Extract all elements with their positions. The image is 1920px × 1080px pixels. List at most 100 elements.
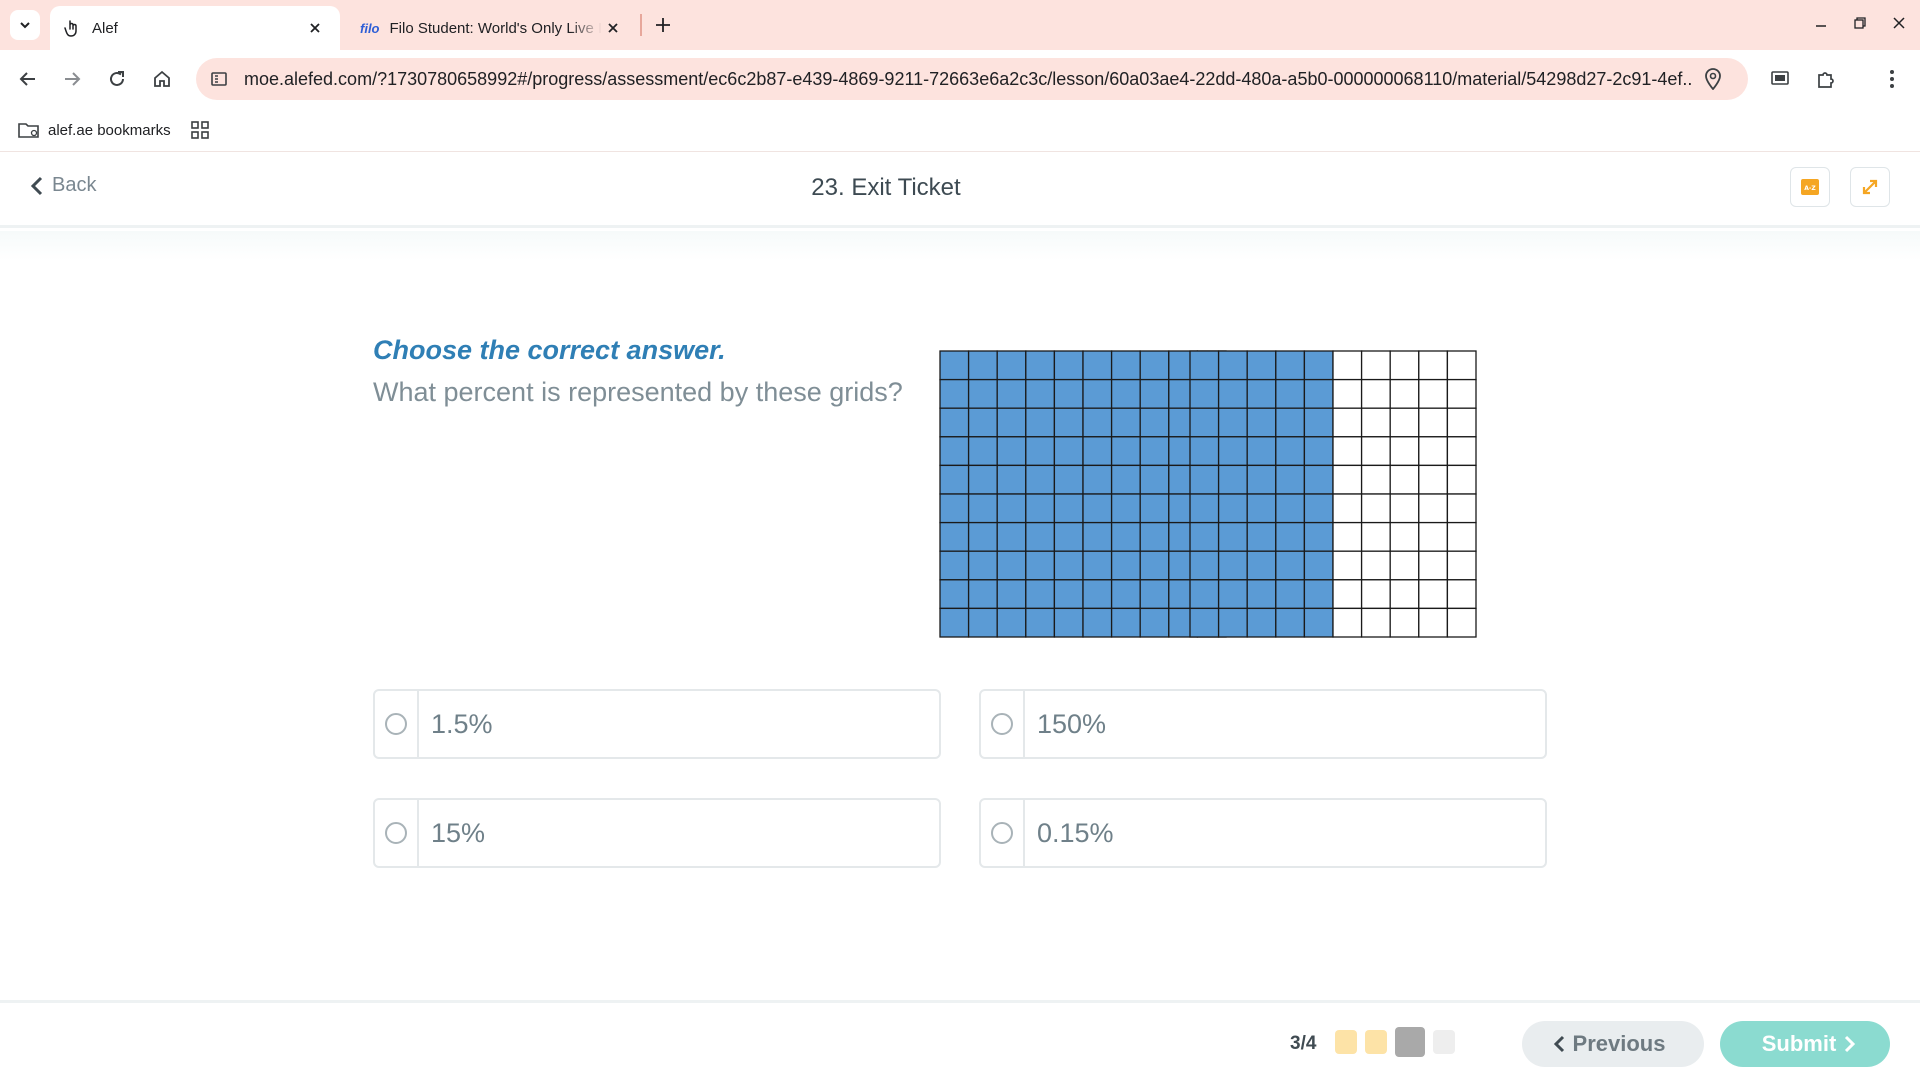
grid-cell-shaded	[1275, 607, 1306, 638]
grid-cell-shaded	[1025, 521, 1056, 552]
grid-cell-empty	[1360, 550, 1391, 581]
grid-cell-shaded	[1303, 607, 1334, 638]
grid-cell-shaded	[1110, 579, 1141, 610]
grid-cell-shaded	[967, 579, 998, 610]
grid-cell-shaded	[1053, 407, 1084, 438]
tab-search-button[interactable]	[10, 10, 40, 40]
progress-dot[interactable]	[1335, 1030, 1357, 1054]
apps-grid-icon[interactable]	[190, 120, 210, 145]
answer-option[interactable]: 1.5%	[373, 689, 941, 759]
grid-cell-empty	[1446, 579, 1477, 610]
grid-cell-shaded	[1025, 350, 1056, 381]
fullscreen-button[interactable]	[1850, 167, 1890, 207]
grid-cell-shaded	[939, 464, 970, 495]
grid-cell-shaded	[1189, 493, 1220, 524]
forward-nav-button[interactable]	[56, 63, 88, 95]
grid-cell-empty	[1360, 407, 1391, 438]
answer-option[interactable]: 0.15%	[979, 798, 1547, 868]
tab-alef[interactable]: Alef	[50, 6, 340, 50]
progress-dot[interactable]	[1433, 1030, 1455, 1054]
folder-icon	[18, 123, 39, 138]
location-pin-icon[interactable]	[1704, 68, 1722, 95]
grid-cell-shaded	[1025, 464, 1056, 495]
reload-button[interactable]	[101, 63, 133, 95]
grid-cell-shaded	[1110, 378, 1141, 409]
grid-cell-shaded	[1082, 436, 1113, 467]
grid-cell-shaded	[1246, 464, 1277, 495]
extensions-button[interactable]	[1810, 63, 1842, 95]
grid-cell-shaded	[967, 436, 998, 467]
grid-cell-shaded	[1303, 350, 1334, 381]
grid-cell-empty	[1389, 407, 1420, 438]
radio-button[interactable]	[385, 822, 407, 844]
grid-cell-shaded	[1053, 436, 1084, 467]
grid-cell-empty	[1389, 579, 1420, 610]
grid-cell-empty	[1418, 436, 1449, 467]
answer-option-label: 1.5%	[431, 708, 493, 739]
hundred-grids-figure	[939, 350, 1477, 638]
bookmarks-bar: alef.ae bookmarks	[0, 108, 1920, 152]
grid-cell-shaded	[1275, 521, 1306, 552]
radio-cell[interactable]	[375, 800, 419, 866]
radio-button[interactable]	[385, 713, 407, 735]
tab-title: Filo Student: World's Only Live Instant …	[389, 19, 603, 37]
grid-cell-empty	[1389, 493, 1420, 524]
address-bar[interactable]: moe.alefed.com/?1730780658992#/progress/…	[196, 58, 1748, 100]
progress-dot-current[interactable]	[1395, 1027, 1425, 1057]
arrow-left-icon	[19, 72, 35, 86]
radio-cell[interactable]	[981, 800, 1025, 866]
answer-option[interactable]: 150%	[979, 689, 1547, 759]
close-icon	[1893, 17, 1905, 29]
grid-cell-shaded	[939, 521, 970, 552]
back-nav-button[interactable]	[12, 63, 44, 95]
grid-cell-shaded	[1246, 579, 1277, 610]
radio-button[interactable]	[991, 822, 1013, 844]
grid-cell-shaded	[967, 521, 998, 552]
grid-cell-shaded	[1110, 550, 1141, 581]
grid-cell-shaded	[1082, 607, 1113, 638]
site-info-icon[interactable]	[210, 70, 228, 88]
grid-cell-shaded	[1110, 493, 1141, 524]
grid-cell-shaded	[1217, 464, 1248, 495]
grid-cell-shaded	[939, 493, 970, 524]
grid-cell-shaded	[1139, 436, 1170, 467]
restore-button[interactable]	[1845, 10, 1875, 36]
grid-cell-empty	[1332, 579, 1363, 610]
radio-cell[interactable]	[981, 691, 1025, 757]
bookmark-folder-alef[interactable]: alef.ae bookmarks	[18, 116, 171, 144]
home-button[interactable]	[146, 63, 178, 95]
grid-cell-shaded	[967, 378, 998, 409]
cast-button[interactable]	[1764, 63, 1796, 95]
grid-cell-shaded	[1139, 493, 1170, 524]
tab-filo[interactable]: filo Filo Student: World's Only Live Ins…	[352, 6, 632, 50]
grid-cell-shaded	[1303, 493, 1334, 524]
close-window-button[interactable]	[1884, 10, 1914, 36]
minimize-button[interactable]	[1806, 10, 1836, 36]
grid-cell-empty	[1360, 521, 1391, 552]
radio-cell[interactable]	[375, 691, 419, 757]
close-tab-icon[interactable]	[602, 17, 624, 39]
grid-cell-empty	[1332, 550, 1363, 581]
grid-cell-shaded	[967, 550, 998, 581]
tab-title: Alef	[92, 19, 118, 37]
grid-cell-shaded	[1275, 464, 1306, 495]
browser-menu-button[interactable]	[1876, 63, 1908, 95]
answer-option[interactable]: 15%	[373, 798, 941, 868]
grid-cell-empty	[1446, 607, 1477, 638]
grid-cell-shaded	[939, 579, 970, 610]
grid-cell-shaded	[1189, 378, 1220, 409]
radio-button[interactable]	[991, 713, 1013, 735]
grid-cell-shaded	[967, 607, 998, 638]
grid-cell-empty	[1446, 521, 1477, 552]
new-tab-button[interactable]	[650, 12, 676, 38]
progress-dot[interactable]	[1365, 1030, 1387, 1054]
grid-cell-shaded	[1246, 350, 1277, 381]
previous-button[interactable]: Previous	[1522, 1021, 1704, 1067]
grid-cell-empty	[1446, 464, 1477, 495]
glossary-button[interactable]: A-Z	[1790, 167, 1830, 207]
grid-cell-empty	[1418, 579, 1449, 610]
close-tab-icon[interactable]	[304, 17, 326, 39]
submit-button[interactable]: Submit	[1720, 1021, 1890, 1067]
grid-cell-empty	[1389, 521, 1420, 552]
chevron-right-icon	[1845, 1035, 1856, 1053]
